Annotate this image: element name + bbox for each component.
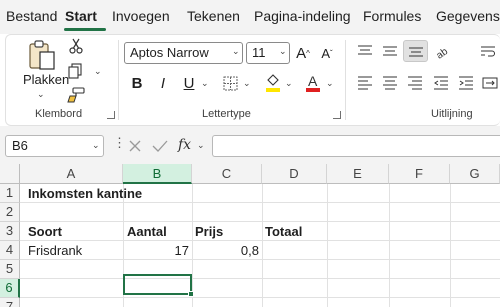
- column-header-e[interactable]: E: [327, 164, 389, 184]
- cell-a4[interactable]: Frisdrank: [28, 243, 82, 258]
- column-header-c[interactable]: C: [192, 164, 262, 184]
- align-top-icon[interactable]: [355, 42, 375, 60]
- column-header-f[interactable]: F: [389, 164, 450, 184]
- cell-a1[interactable]: Inkomsten kantine: [28, 186, 142, 201]
- copy-chevron-down-icon[interactable]: ⌄: [94, 66, 102, 77]
- tab-bestand[interactable]: Bestand: [6, 8, 57, 24]
- fill-color-chevron-down-icon[interactable]: ⌄: [285, 78, 293, 89]
- align-center-icon[interactable]: [380, 74, 400, 92]
- align-bottom-icon[interactable]: [403, 40, 428, 62]
- active-tab-indicator: [64, 28, 106, 31]
- cell-c4[interactable]: 0,8: [192, 243, 259, 258]
- active-cell-b6[interactable]: [123, 274, 192, 295]
- select-all-corner[interactable]: [0, 164, 20, 184]
- row-header-6[interactable]: 6: [0, 279, 20, 298]
- ribbon-separator: [118, 40, 119, 120]
- clipboard-launcher-icon[interactable]: [107, 111, 115, 119]
- font-name-select[interactable]: Aptos Narrow: [124, 42, 243, 64]
- cell-b4[interactable]: 17: [123, 243, 189, 258]
- fx-chevron-down-icon[interactable]: ⌄: [197, 140, 205, 151]
- cell-d3[interactable]: Totaal: [265, 224, 302, 239]
- format-painter-icon[interactable]: [66, 86, 86, 104]
- name-box-value: B6: [12, 138, 28, 153]
- gridline: [20, 278, 500, 279]
- row-header-3[interactable]: 3: [0, 222, 20, 241]
- fill-color-icon[interactable]: [264, 72, 282, 94]
- column-header-a[interactable]: A: [20, 164, 123, 184]
- name-box[interactable]: B6: [5, 135, 104, 157]
- font-color-chevron-down-icon[interactable]: ⌄: [326, 78, 334, 89]
- svg-text:A: A: [308, 73, 318, 89]
- gridline: [20, 297, 500, 298]
- tab-tekenen[interactable]: Tekenen: [187, 8, 240, 24]
- gridline: [20, 202, 500, 203]
- tab-gegevens[interactable]: Gegevens: [436, 8, 500, 24]
- clipboard-group-label: Klembord: [35, 108, 83, 120]
- cell-b3[interactable]: Aantal: [127, 224, 167, 239]
- gridline: [20, 221, 500, 222]
- paste-icon[interactable]: [24, 38, 60, 72]
- alignment-group-label: Uitlijning: [431, 108, 473, 120]
- align-left-icon[interactable]: [355, 74, 375, 92]
- align-right-icon[interactable]: [405, 74, 425, 92]
- tab-invoegen[interactable]: Invoegen: [112, 8, 170, 24]
- bold-button[interactable]: B: [128, 73, 146, 93]
- gridline: [20, 240, 500, 241]
- font-group-label: Lettertype: [202, 108, 251, 120]
- borders-chevron-down-icon[interactable]: ⌄: [243, 78, 251, 89]
- tab-start[interactable]: Start: [65, 8, 97, 24]
- font-name-chevron-down-icon[interactable]: ⌄: [232, 46, 240, 57]
- italic-button[interactable]: I: [154, 73, 172, 93]
- font-color-icon[interactable]: A: [304, 72, 322, 94]
- svg-text:ab: ab: [435, 46, 450, 59]
- fill-color-swatch: [266, 88, 280, 92]
- name-box-chevron-down-icon[interactable]: ⌄: [92, 140, 100, 151]
- borders-icon[interactable]: [221, 74, 239, 92]
- cell-c3[interactable]: Prijs: [195, 224, 223, 239]
- font-name-value: Aptos Narrow: [130, 45, 209, 60]
- row-header-7[interactable]: 7: [0, 298, 20, 307]
- font-size-value: 11: [252, 45, 266, 60]
- grow-font-icon[interactable]: A ^: [294, 43, 312, 63]
- tab-formules[interactable]: Formules: [363, 8, 421, 24]
- gridline: [20, 259, 500, 260]
- decrease-indent-icon[interactable]: [431, 74, 451, 92]
- row-header-1[interactable]: 1: [0, 184, 20, 203]
- wrap-text-icon[interactable]: [478, 42, 498, 60]
- column-header-b[interactable]: B: [123, 164, 192, 184]
- increase-indent-icon[interactable]: [456, 74, 476, 92]
- cell-a3[interactable]: Soort: [28, 224, 62, 239]
- copy-icon[interactable]: [66, 62, 86, 80]
- row-header-4[interactable]: 4: [0, 241, 20, 260]
- orientation-icon[interactable]: ab: [432, 42, 452, 60]
- row-header-2[interactable]: 2: [0, 203, 20, 222]
- tab-pagina-indeling[interactable]: Pagina-indeling: [254, 8, 351, 24]
- align-middle-icon[interactable]: [380, 42, 400, 60]
- underline-chevron-down-icon[interactable]: ⌄: [201, 78, 209, 89]
- shrink-font-icon[interactable]: Aˇ: [318, 43, 336, 63]
- paste-chevron-down-icon[interactable]: ⌄: [37, 89, 45, 100]
- formula-input[interactable]: [212, 135, 500, 157]
- paste-label[interactable]: Plakken: [23, 72, 69, 87]
- column-header-d[interactable]: D: [262, 164, 327, 184]
- font-size-chevron-down-icon[interactable]: ⌄: [279, 46, 287, 57]
- more-options-icon[interactable]: ⋮: [113, 135, 126, 157]
- font-launcher-icon[interactable]: [333, 111, 341, 119]
- fill-handle[interactable]: [188, 291, 194, 297]
- cancel-icon[interactable]: [128, 135, 144, 157]
- underline-button[interactable]: U: [180, 73, 198, 93]
- cut-icon[interactable]: [68, 38, 84, 54]
- column-header-g[interactable]: G: [450, 164, 500, 184]
- ribbon-separator: [345, 40, 346, 120]
- enter-icon[interactable]: [152, 135, 170, 157]
- insert-function-icon[interactable]: fx: [178, 135, 191, 157]
- row-header-5[interactable]: 5: [0, 260, 20, 279]
- merge-center-icon[interactable]: [480, 74, 500, 92]
